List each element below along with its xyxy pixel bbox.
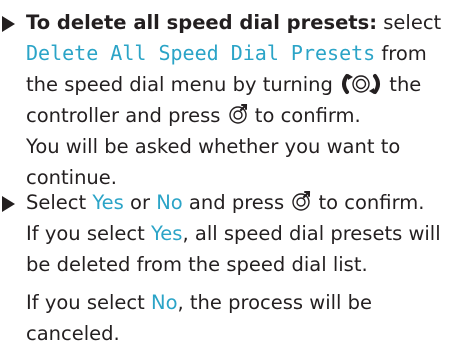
step-text: To delete all speed dial presets: select… [26,7,460,193]
text-run: If you select [26,291,151,314]
step-subtext: You will be asked whether you want to co… [26,135,401,189]
step-subtext-yes: If you select Yes, all speed dial preset… [26,218,460,280]
step-paragraph: Select Yes or No and press to confirm. [26,187,460,218]
option-yes: Yes [92,191,124,214]
option-no: No [150,291,178,314]
option-no: No [156,191,183,214]
text-run: If you select [26,222,151,245]
text-run: select [377,11,442,34]
text-run: or [123,191,157,214]
step-text: Select Yes or No and press to confirm. I… [26,187,460,280]
text-run: to confirm. [312,191,425,214]
option-yes: Yes [150,222,183,245]
press-controller-icon [292,191,311,211]
rotate-controller-icon [342,74,381,94]
step-paragraph: To delete all speed dial presets: select… [26,7,460,131]
step-heading: To delete all speed dial presets: [26,11,378,34]
text-run: Select [26,191,93,214]
triangle-bullet-icon [2,16,15,32]
text-run: to confirm. [248,104,361,127]
menu-item-reference: Delete All Speed Dial Presets [26,41,376,65]
press-controller-icon [228,104,247,124]
triangle-bullet-icon [2,196,15,212]
text-run: and press [182,191,291,214]
